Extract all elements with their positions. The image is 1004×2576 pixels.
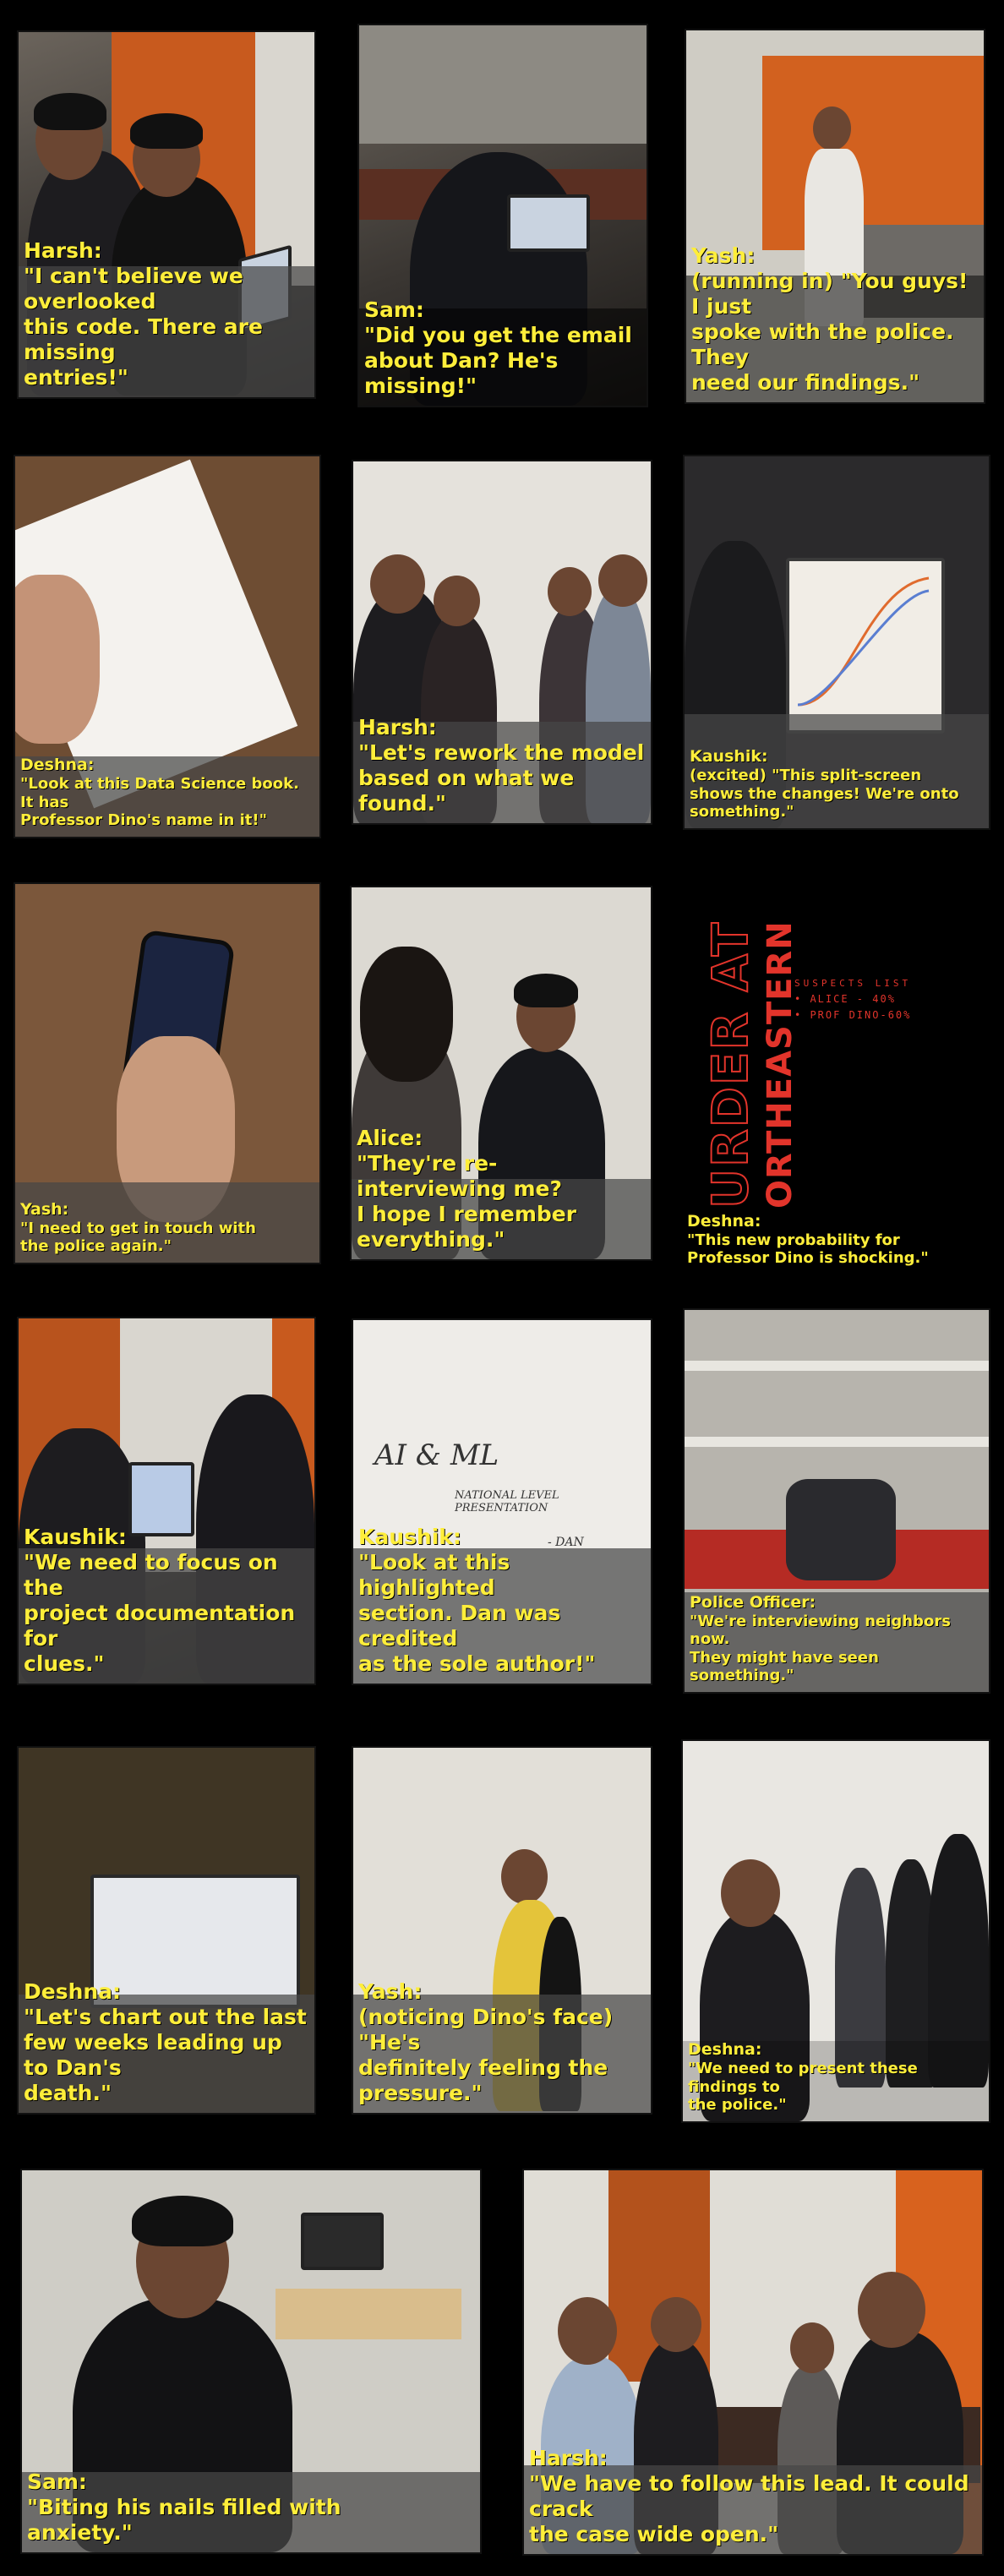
comic-panel-10: Kaushik: "We need to focus on the projec… <box>19 1318 314 1684</box>
comic-panel-1: Harsh: "I can't believe we overlooked th… <box>19 32 314 397</box>
dialogue-text: "We have to follow this lead. It could c… <box>529 2471 969 2546</box>
dialogue-text: "Look at this Data Science book. It has … <box>20 775 299 830</box>
dialogue-text: "Let's rework the model based on what we… <box>358 740 645 816</box>
comic-panel-3: Yash: (running in) "You guys! I just spo… <box>686 30 984 402</box>
dialogue-text: "We're interviewing neighbors now. They … <box>690 1612 951 1685</box>
speaker-name: Deshna: <box>687 1212 761 1231</box>
dialogue-text: "Biting his nails filled with anxiety." <box>27 2495 341 2545</box>
panel-caption: Kaushik: "We need to focus on the projec… <box>24 1525 309 1677</box>
panel-caption: Sam: "Biting his nails filled with anxie… <box>27 2470 475 2546</box>
comic-panel-13: Deshna: "Let's chart out the last few we… <box>19 1748 314 2113</box>
panel-caption: Deshna: "Look at this Data Science book.… <box>20 756 314 830</box>
speaker-name: Deshna: <box>688 2040 762 2060</box>
panel-caption: Kaushik: "Look at this highlighted secti… <box>358 1525 646 1677</box>
comic-panel-2: Sam: "Did you get the email about Dan? H… <box>359 25 647 406</box>
title-line-2: ORTHEASTERN <box>761 920 799 1209</box>
panel-caption: Harsh: "We have to follow this lead. It … <box>529 2446 977 2547</box>
speaker-name: Harsh: <box>358 715 437 740</box>
comic-panel-7: Yash: "I need to get in touch with the p… <box>15 884 319 1263</box>
dialogue-text: "Did you get the email about Dan? He's m… <box>364 323 632 398</box>
panel-caption: Yash: "I need to get in touch with the p… <box>20 1200 314 1256</box>
laptop-chart <box>786 558 945 734</box>
panel-caption: Harsh: "I can't believe we overlooked th… <box>24 238 309 390</box>
speaker-name: Sam: <box>364 297 424 322</box>
comic-panel-16: Sam: "Biting his nails filled with anxie… <box>22 2170 480 2552</box>
panel-caption: Police Officer: "We're interviewing neig… <box>690 1593 984 1685</box>
speaker-name: Police Officer: <box>690 1592 816 1612</box>
dialogue-text: (running in) "You guys! I just spoke wit… <box>691 269 969 395</box>
comic-panel-17: Harsh: "We have to follow this lead. It … <box>524 2170 982 2554</box>
panel-caption: Harsh: "Let's rework the model based on … <box>358 715 646 816</box>
suspects-header: SUSPECTS LIST <box>794 978 912 989</box>
dialogue-text: "Look at this highlighted section. Dan w… <box>358 1550 596 1676</box>
whiteboard-title: AI & ML <box>374 1438 499 1472</box>
dialogue-text: "I can't believe we overlooked this code… <box>24 264 263 390</box>
comic-panel-11: AI & ML NATIONAL LEVEL PRESENTATION - DA… <box>353 1320 651 1684</box>
panel-caption: Alice: "They're re-interviewing me? I ho… <box>357 1126 646 1253</box>
speaker-name: Harsh: <box>529 2446 608 2470</box>
suspects-list: SUSPECTS LIST • ALICE - 40% • PROF DINO-… <box>794 976 911 1023</box>
comic-panel-8: Alice: "They're re-interviewing me? I ho… <box>352 887 651 1259</box>
comic-panel-9-title-card: URDER AT ORTHEASTERN SUSPECTS LIST • ALI… <box>683 870 989 1276</box>
panel-caption: Deshna: "Let's chart out the last few we… <box>24 1979 309 2106</box>
dialogue-text: (noticing Dino's face) "He's definitely … <box>358 2005 614 2105</box>
panel-caption: Sam: "Did you get the email about Dan? H… <box>364 297 641 399</box>
whiteboard-subtitle: NATIONAL LEVEL PRESENTATION <box>455 1489 559 1514</box>
panel-caption: Deshna: "This new probability for Profes… <box>687 1212 984 1268</box>
comic-panel-15: Deshna: "We need to present these findin… <box>683 1741 989 2121</box>
comic-panel-4: Deshna: "Look at this Data Science book.… <box>15 456 319 837</box>
dialogue-text: "I need to get in touch with the police … <box>20 1219 256 1256</box>
speaker-name: Kaushik: <box>24 1525 127 1549</box>
speaker-name: Harsh: <box>24 238 102 263</box>
comic-panel-5: Harsh: "Let's rework the model based on … <box>353 461 651 823</box>
title-line-1: URDER AT <box>701 920 760 1209</box>
comic-panel-6: Kaushik: (excited) "This split-screen sh… <box>685 456 989 828</box>
speaker-name: Sam: <box>27 2470 87 2494</box>
dialogue-text: "We need to focus on the project documen… <box>24 1550 296 1676</box>
panel-caption: Deshna: "We need to present these findin… <box>688 2040 984 2115</box>
speaker-name: Kaushik: <box>358 1525 461 1549</box>
dialogue-text: "We need to present these findings to th… <box>688 2060 918 2115</box>
split-screen-chart-icon <box>797 576 930 707</box>
suspect-item: • ALICE - 40% <box>794 992 896 1005</box>
panel-caption: Yash: (noticing Dino's face) "He's defin… <box>358 1979 646 2106</box>
speaker-name: Kaushik: <box>690 747 768 767</box>
suspect-item: • PROF DINO-60% <box>794 1008 912 1021</box>
speaker-name: Yash: <box>20 1200 69 1220</box>
panel-caption: Yash: (running in) "You guys! I just spo… <box>691 243 979 396</box>
panel-caption: Kaushik: (excited) "This split-screen sh… <box>690 747 984 821</box>
speaker-name: Deshna: <box>24 1979 122 2004</box>
speaker-name: Yash: <box>691 243 756 268</box>
speaker-name: Yash: <box>358 1979 423 2004</box>
dialogue-text: "This new probability for Professor Dino… <box>687 1231 929 1268</box>
comic-panel-12: Police Officer: "We're interviewing neig… <box>685 1310 989 1692</box>
dialogue-text: "They're re-interviewing me? I hope I re… <box>357 1151 577 1252</box>
comic-panel-14: Yash: (noticing Dino's face) "He's defin… <box>353 1748 651 2113</box>
speaker-name: Deshna: <box>20 756 95 775</box>
speaker-name: Alice: <box>357 1126 423 1150</box>
dialogue-text: (excited) "This split-screen shows the c… <box>690 767 959 821</box>
dialogue-text: "Let's chart out the last few weeks lead… <box>24 2005 307 2105</box>
